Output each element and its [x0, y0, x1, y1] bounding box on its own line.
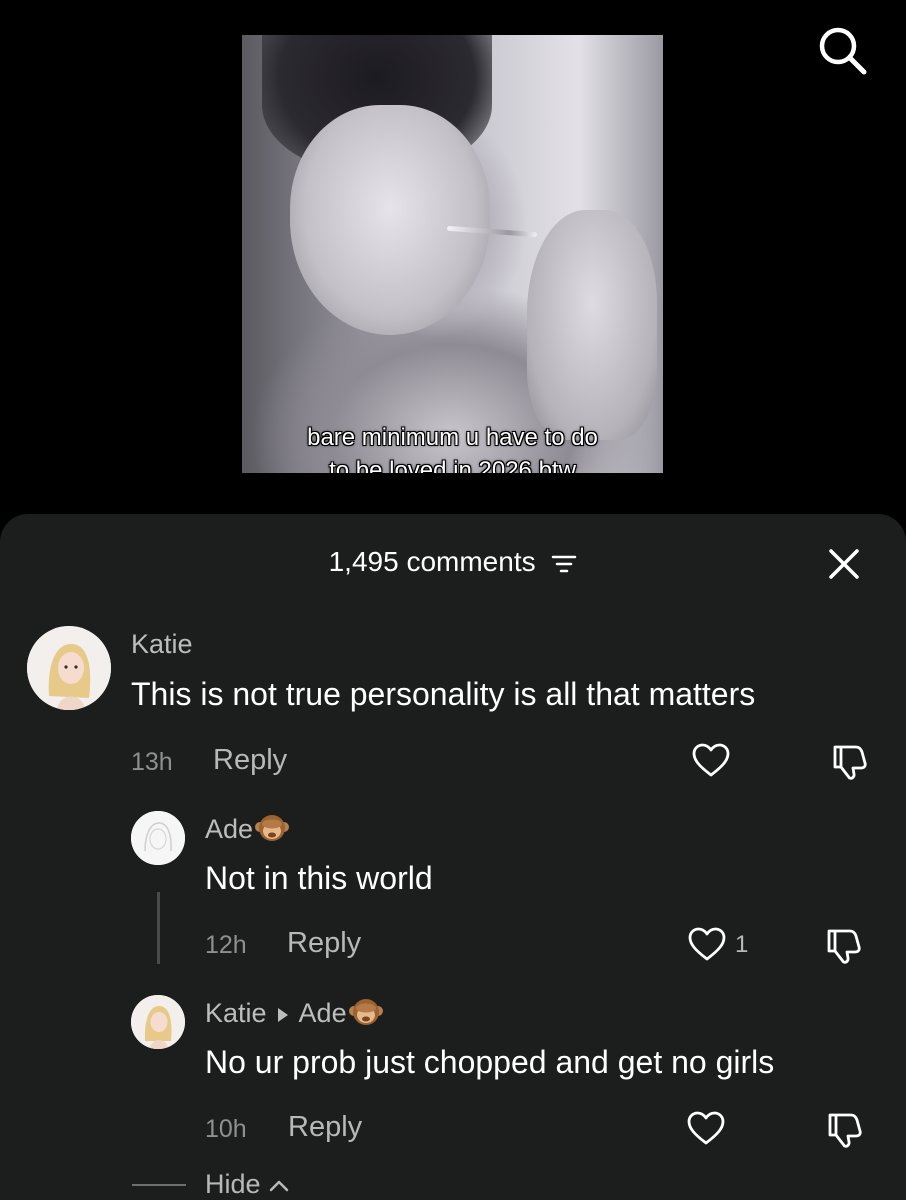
comments-header: 1,495 comments	[0, 544, 906, 580]
avatar[interactable]	[131, 811, 185, 865]
sort-icon[interactable]	[551, 553, 577, 575]
reply-button[interactable]: Reply	[213, 744, 287, 776]
dislike-icon[interactable]	[824, 1109, 864, 1149]
heart-icon[interactable]	[687, 925, 727, 965]
video-subject-face	[290, 105, 490, 335]
dislike-icon[interactable]	[823, 925, 863, 965]
comments-count: 1,495 comments	[328, 546, 536, 577]
dislike-icon[interactable]	[829, 741, 869, 781]
comment-time: 10h	[205, 1115, 247, 1143]
comments-panel: 1,495 comments Katie This is not true pe…	[0, 514, 906, 1200]
hide-divider	[132, 1184, 186, 1186]
search-icon[interactable]	[814, 22, 870, 78]
monkey-emoji-icon	[348, 999, 383, 1025]
avatar-image	[27, 626, 111, 710]
avatar-image	[131, 811, 185, 865]
comment-text: This is not true personality is all that…	[131, 676, 756, 712]
comment-username[interactable]: Katie Ade	[205, 996, 383, 1029]
comment-text: Not in this world	[205, 860, 433, 896]
comment-text: No ur prob just chopped and get no girls	[205, 1044, 775, 1080]
monkey-emoji-icon	[255, 815, 290, 841]
comment-username[interactable]: Ade	[205, 812, 290, 845]
hide-replies-button[interactable]: Hide	[205, 1168, 290, 1200]
comment-time: 12h	[205, 931, 247, 959]
comment-username-text: Katie	[205, 998, 267, 1028]
reply-arrow-icon	[277, 1007, 288, 1022]
comment-username[interactable]: Katie	[131, 628, 193, 660]
video-thumbnail[interactable]: bare minimum u have to do to be loved in…	[242, 35, 663, 473]
heart-icon[interactable]	[691, 741, 731, 781]
hide-label: Hide	[205, 1169, 261, 1199]
thread-line	[157, 892, 160, 964]
reply-button[interactable]: Reply	[287, 927, 361, 959]
heart-icon[interactable]	[686, 1109, 726, 1149]
reply-button[interactable]: Reply	[288, 1111, 362, 1143]
avatar[interactable]	[131, 995, 185, 1049]
avatar-image	[131, 995, 185, 1049]
comment-time: 13h	[131, 748, 173, 776]
comment-username-text: Ade	[205, 814, 254, 844]
reply-to-username[interactable]: Ade	[299, 998, 347, 1028]
chevron-up-icon	[269, 1180, 289, 1192]
avatar[interactable]	[27, 626, 111, 710]
video-subject-hand	[527, 210, 657, 440]
video-caption: bare minimum u have to do to be loved in…	[307, 424, 598, 473]
like-count: 1	[735, 931, 749, 958]
close-icon[interactable]	[826, 546, 862, 582]
